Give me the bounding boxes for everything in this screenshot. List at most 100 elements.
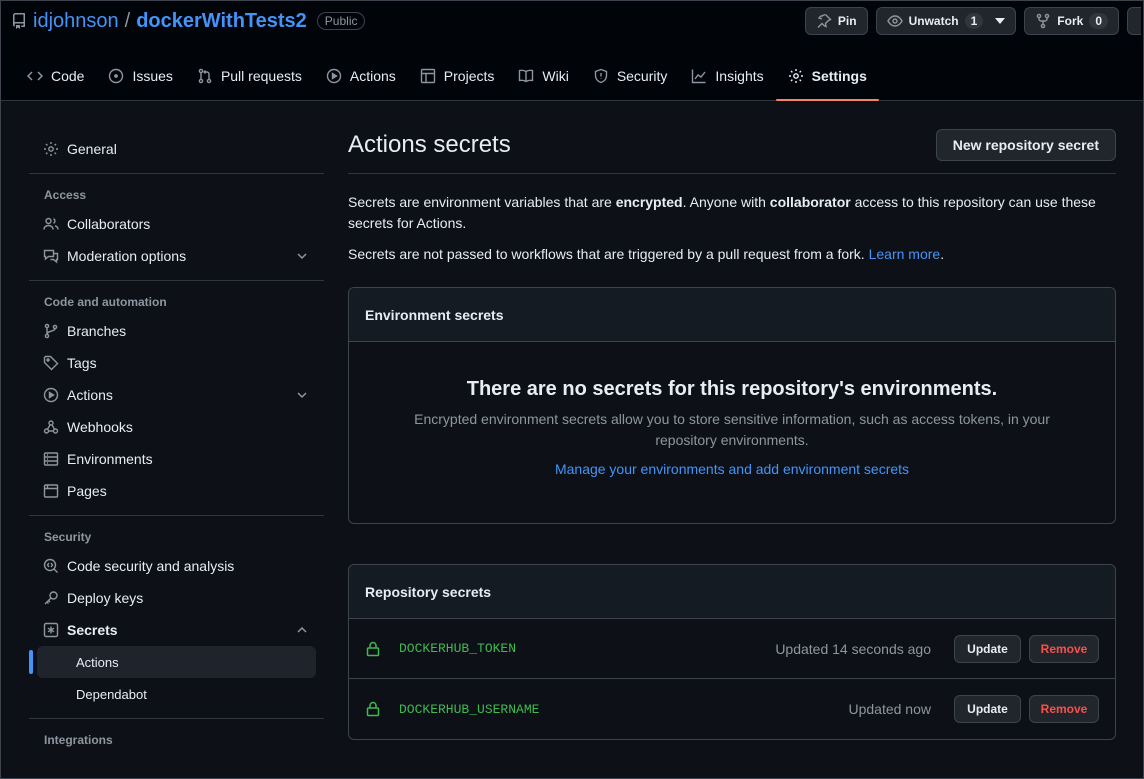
sidebar-item-label: Secrets: [67, 622, 118, 638]
server-icon: [43, 451, 59, 467]
secret-name: DOCKERHUB_TOKEN: [399, 641, 517, 656]
blankslate-title: There are no secrets for this repository…: [466, 378, 998, 400]
eye-icon: [886, 13, 903, 29]
tab-insights[interactable]: Insights: [679, 53, 775, 99]
tag-icon: [43, 355, 59, 371]
comment-discussion-icon: [43, 248, 59, 264]
sidebar-divider: [29, 280, 324, 281]
sidebar-divider: [29, 515, 324, 516]
sidebar-item-tags[interactable]: Tags: [29, 347, 324, 379]
browser-icon: [43, 483, 59, 499]
sidebar-item-label: Code security and analysis: [67, 558, 235, 574]
tab-wiki[interactable]: Wiki: [506, 53, 580, 99]
watch-count: 1: [964, 13, 984, 29]
secret-name: DOCKERHUB_USERNAME: [399, 701, 540, 717]
tab-insights-label: Insights: [715, 68, 764, 84]
repo-separator: /: [124, 9, 131, 32]
fork-count: 0: [1089, 13, 1108, 29]
repository-secrets-box: Repository secrets DOCKERHUB_TOKEN Updat…: [348, 564, 1116, 740]
tab-settings[interactable]: Settings: [775, 53, 880, 101]
sidebar-heading-integrations: Integrations: [44, 733, 113, 747]
remove-secret-button[interactable]: Remove: [1029, 695, 1099, 723]
sidebar-item-label: Collaborators: [67, 216, 151, 232]
sidebar-item-actions[interactable]: Actions: [29, 379, 324, 411]
sidebar-item-label: Environments: [67, 451, 153, 467]
caret-down-icon[interactable]: [995, 18, 1006, 24]
tab-pull-requests[interactable]: Pull requests: [185, 53, 314, 99]
repo-tabs: Code Issues Pull requests Actions Projec…: [15, 53, 880, 101]
asterisk-box-icon: [43, 622, 59, 638]
sidebar-heading-security: Security: [44, 530, 92, 544]
pin-label: Pin: [837, 14, 857, 28]
unwatch-button[interactable]: Unwatch 1: [875, 7, 1017, 35]
fork-note-text: Secrets are not passed to workflows that…: [348, 246, 869, 262]
tab-security-label: Security: [616, 68, 668, 84]
remove-secret-button[interactable]: Remove: [1029, 634, 1099, 663]
manage-environments-link[interactable]: Manage your environments and add environ…: [349, 461, 1115, 477]
sidebar-item-label: Actions: [67, 387, 113, 403]
tab-actions[interactable]: Actions: [314, 53, 408, 99]
secret-row: DOCKERHUB_TOKEN Updated 14 seconds ago U…: [349, 619, 1115, 679]
gear-icon: [43, 141, 59, 157]
chevron-up-icon[interactable]: [296, 624, 308, 636]
chevron-down-icon[interactable]: [296, 250, 308, 262]
fork-note: Secrets are not passed to workflows that…: [348, 244, 1116, 265]
play-icon: [43, 387, 59, 403]
chevron-down-icon[interactable]: [296, 389, 308, 401]
sidebar-subitem-secrets-dependabot[interactable]: Dependabot: [37, 678, 316, 710]
tab-issues-label: Issues: [132, 68, 173, 84]
repo-owner-link[interactable]: idjohnson: [33, 10, 119, 33]
sidebar-item-general[interactable]: General: [29, 133, 324, 165]
settings-sidebar: General Access Collaborators Moderation …: [29, 133, 324, 753]
tab-wiki-label: Wiki: [542, 68, 569, 84]
tab-pull-requests-label: Pull requests: [220, 68, 302, 84]
intro-text-part: Secrets are environment variables that a…: [348, 194, 616, 210]
tab-settings-label: Settings: [811, 68, 867, 84]
secret-updated-time: Updated now: [848, 701, 931, 717]
play-icon: [326, 68, 342, 84]
sidebar-item-label: Branches: [67, 323, 127, 339]
graph-icon: [691, 68, 707, 84]
sidebar-item-deploy-keys[interactable]: Deploy keys: [29, 582, 324, 614]
main-content: Actions secrets New repository secret Se…: [348, 129, 1116, 740]
tab-code[interactable]: Code: [15, 53, 96, 99]
branch-icon: [43, 323, 59, 339]
lock-icon: [365, 701, 381, 717]
environment-secrets-heading: Environment secrets: [349, 288, 1115, 342]
tab-projects-label: Projects: [443, 68, 495, 84]
secret-updated-time: Updated 14 seconds ago: [775, 640, 931, 657]
issue-icon: [108, 68, 124, 84]
tab-projects[interactable]: Projects: [408, 53, 507, 99]
sidebar-item-branches[interactable]: Branches: [29, 315, 324, 347]
fork-button[interactable]: Fork 0: [1024, 7, 1119, 35]
secret-row: DOCKERHUB_USERNAME Updated now Update Re…: [349, 679, 1115, 739]
fork-label: Fork: [1057, 14, 1084, 28]
sidebar-item-label: Moderation options: [67, 248, 187, 264]
more-actions-button[interactable]: [1127, 7, 1141, 35]
new-repository-secret-button[interactable]: New repository secret: [935, 129, 1116, 161]
sidebar-subitem-secrets-actions[interactable]: Actions: [29, 646, 316, 678]
tab-issues[interactable]: Issues: [96, 53, 184, 99]
intro-emphasis-encrypted: encrypted: [615, 194, 683, 210]
update-secret-button[interactable]: Update: [954, 695, 1021, 723]
update-secret-button[interactable]: Update: [954, 634, 1021, 663]
pin-button[interactable]: Pin: [804, 7, 868, 35]
table-icon: [420, 68, 436, 84]
sidebar-item-pages[interactable]: Pages: [29, 475, 324, 507]
sidebar-item-code-security[interactable]: Code security and analysis: [29, 550, 324, 582]
repo-title: idjohnson / dockerWithTests2 Public: [11, 7, 366, 35]
sidebar-item-moderation[interactable]: Moderation options: [29, 240, 324, 272]
learn-more-link[interactable]: Learn more: [869, 246, 941, 262]
environment-secrets-box: Environment secrets There are no secrets…: [348, 287, 1116, 524]
intro-text: Secrets are environment variables that a…: [348, 192, 1116, 234]
sidebar-item-webhooks[interactable]: Webhooks: [29, 411, 324, 443]
lock-icon: [365, 641, 381, 657]
sidebar-item-secrets[interactable]: Secrets: [29, 614, 324, 646]
sidebar-item-label: Tags: [67, 355, 97, 371]
repo-name-link[interactable]: dockerWithTests2: [136, 10, 307, 33]
sidebar-item-environments[interactable]: Environments: [29, 443, 324, 475]
tab-security[interactable]: Security: [581, 53, 680, 99]
sidebar-item-label: Webhooks: [67, 419, 133, 435]
sidebar-item-collaborators[interactable]: Collaborators: [29, 208, 324, 240]
sidebar-item-label: General: [67, 141, 117, 157]
